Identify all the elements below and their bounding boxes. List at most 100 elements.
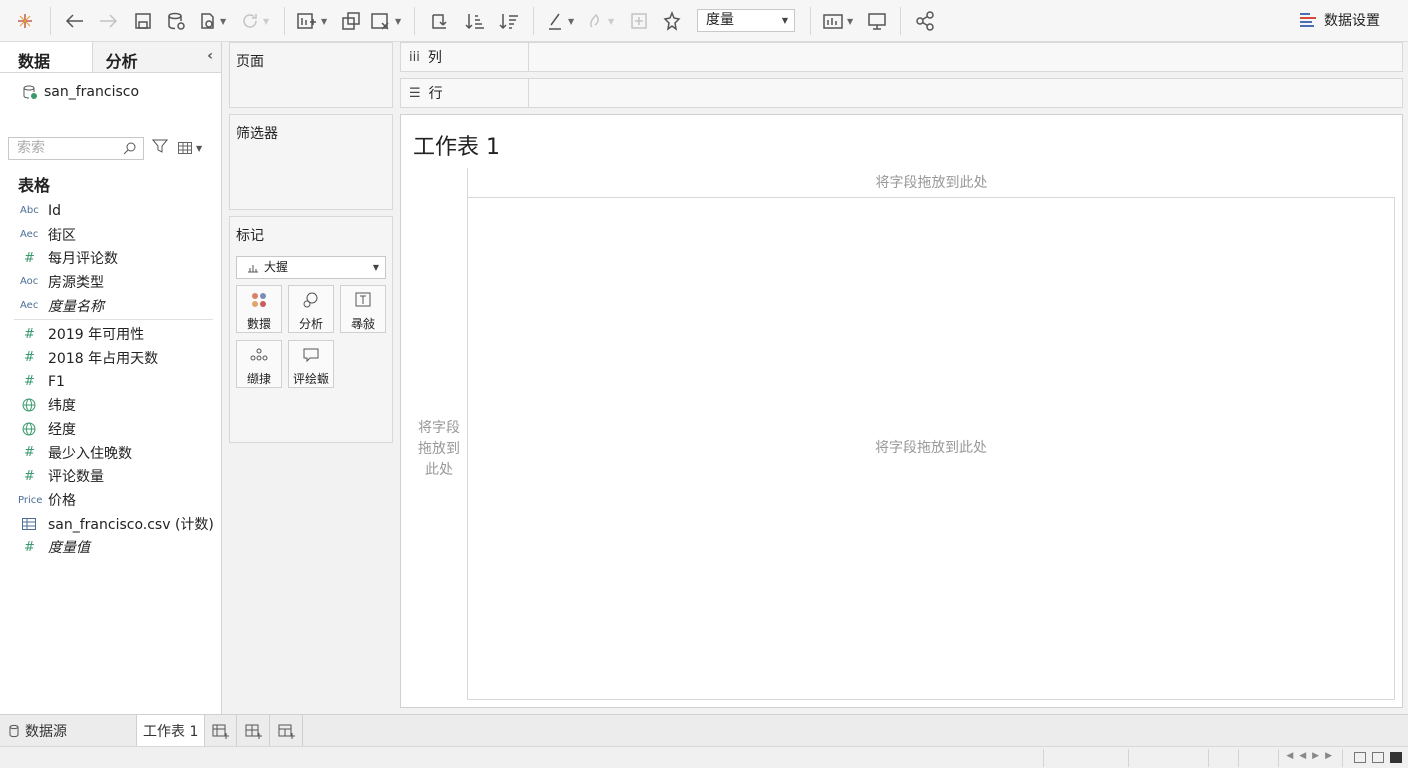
view-options-icon[interactable]: ▼ — [178, 142, 202, 154]
field-item[interactable]: #2018 年占用天数 — [0, 346, 221, 370]
clear-sheet-icon[interactable]: ▼ — [370, 6, 401, 36]
field-item[interactable]: san_francisco.csv (计数) — [0, 512, 221, 536]
field-item[interactable]: Abc Id — [0, 199, 221, 223]
columns-label: 列 — [427, 50, 442, 66]
refresh-icon[interactable]: ▼ — [240, 6, 269, 36]
sort-ascending-icon[interactable] — [462, 6, 488, 36]
datasource-label: san_francisco — [44, 84, 140, 100]
sheet-tab-label: 工作表 1 — [143, 724, 199, 740]
redo-icon[interactable] — [95, 6, 121, 36]
fix-axes-icon[interactable] — [659, 6, 685, 36]
field-list: Abc Id Aec 街区 # 每月评论数 Aoc 房源类型 Aec 度量名称 #2019… — [0, 199, 221, 559]
table-icon — [0, 517, 48, 530]
label-mark-button[interactable]: 㝷敍 — [340, 285, 386, 333]
filters-shelf[interactable]: 筛选器 — [229, 114, 393, 210]
filmstrip-view-icon — [1390, 752, 1402, 763]
size-mark-button[interactable]: 分析 — [288, 285, 334, 333]
field-item[interactable]: # 每月评论数 — [0, 246, 221, 270]
row-drop-zone-label: 将字段 拖放到 此处 — [418, 420, 460, 478]
row-drop-zone[interactable]: 将字段 拖放到 此处 — [410, 168, 468, 700]
mark-type-dropdown[interactable]: 大握 ▼ — [236, 256, 386, 279]
duplicate-sheet-icon[interactable] — [338, 6, 364, 36]
show-mark-labels-icon[interactable] — [626, 6, 652, 36]
sort-descending-icon[interactable] — [496, 6, 522, 36]
color-mark-button[interactable]: 數擐 — [236, 285, 282, 333]
save-icon[interactable] — [130, 6, 156, 36]
search-input[interactable]: 索索 — [8, 136, 144, 160]
share-icon[interactable] — [912, 6, 938, 36]
tab-analysis[interactable]: 分析 ‹ — [91, 42, 221, 72]
field-item[interactable]: #2019 年可用性 — [0, 322, 221, 346]
columns-shelf[interactable]: iii 列 — [400, 42, 1403, 72]
undo-icon[interactable] — [62, 6, 88, 36]
search-placeholder: 索索 — [17, 139, 45, 156]
mark-button-label: 㝷敍 — [350, 317, 375, 331]
filter-icon[interactable] — [151, 138, 169, 158]
color-icon — [252, 293, 266, 307]
toolbar: ▼ ▼ ▼ ▼ ▼ ▼ 度量 ▼ ▼ 数据设置 — [0, 0, 1408, 42]
field-label: F1 — [48, 373, 65, 390]
chevron-down-icon: ▼ — [781, 16, 788, 25]
tooltip-mark-button[interactable]: 评绘蝂 — [288, 340, 334, 388]
field-label: 房源类型 — [48, 274, 104, 291]
field-label: 评论数量 — [48, 469, 104, 486]
field-label: 每月评论数 — [48, 251, 118, 268]
swap-rows-columns-icon[interactable] — [427, 6, 453, 36]
field-item[interactable]: Aec 街区 — [0, 223, 221, 247]
datasource-tab[interactable]: 数据源 — [8, 715, 67, 747]
globe-icon — [0, 422, 48, 436]
field-label: 最少入住晚数 — [48, 445, 132, 462]
tableau-logo-icon[interactable] — [12, 6, 38, 36]
field-item[interactable]: Aoc 房源类型 — [0, 270, 221, 294]
sheet-tab[interactable]: 工作表 1 — [136, 715, 206, 747]
field-label: 价格 — [48, 493, 76, 510]
list-view-icon — [1372, 752, 1384, 763]
field-item[interactable]: Price 价格 — [0, 488, 221, 512]
number-type-icon: # — [24, 326, 35, 342]
field-item[interactable]: # 评论数量 — [0, 465, 221, 489]
field-label: 经度 — [48, 422, 76, 439]
pause-updates-icon[interactable]: ▼ — [197, 6, 226, 36]
tab-data[interactable]: 数据 — [0, 42, 92, 72]
fit-dropdown[interactable]: 度量 ▼ — [697, 9, 795, 32]
field-item[interactable]: 纬度 — [0, 394, 221, 418]
show-cards-icon[interactable]: ▼ — [822, 6, 853, 36]
field-item[interactable]: # F1 — [0, 370, 221, 394]
detail-mark-button[interactable]: 缬捸 — [236, 340, 282, 388]
grid-view-icon — [1354, 752, 1366, 763]
divider — [14, 319, 213, 321]
filters-shelf-title: 筛选器 — [236, 126, 278, 142]
tooltip-icon — [303, 348, 319, 363]
sheet-navigation-arrows[interactable]: ◀◀▶▶ — [1286, 751, 1338, 761]
rows-shelf[interactable]: ☰ 行 — [400, 78, 1403, 108]
data-pane: 数据 分析 ‹ san_francisco 索索 ▼ 表格 Abc Id Aec 街… — [0, 42, 222, 714]
new-worksheet-icon[interactable]: ▼ — [296, 6, 327, 36]
new-dashboard-tab-icon[interactable] — [238, 715, 270, 747]
presentation-mode-icon[interactable] — [864, 6, 890, 36]
field-label: 度量值 — [48, 540, 90, 557]
marks-card: 标记 大握 ▼ 數擐 分析 㝷敍 缬捸 评绘蝂 — [229, 216, 393, 443]
new-datasource-icon[interactable] — [163, 6, 189, 36]
highlight-icon[interactable]: ▼ — [545, 6, 574, 36]
new-worksheet-tab-icon[interactable] — [205, 715, 237, 747]
field-item[interactable]: # 最少入住晚数 — [0, 441, 221, 465]
view-toggle[interactable] — [1354, 752, 1402, 763]
field-item[interactable]: Aec 度量名称 — [0, 294, 221, 318]
group-members-icon[interactable]: ▼ — [585, 6, 614, 36]
field-item[interactable]: # 度量值 — [0, 536, 221, 560]
column-drop-zone[interactable]: 将字段拖放到此处 — [468, 168, 1395, 198]
data-settings-button[interactable]: 数据设置 — [1300, 10, 1380, 30]
collapse-pane-icon[interactable]: ‹ — [207, 48, 213, 64]
new-story-tab-icon[interactable] — [271, 715, 303, 747]
worksheet-title[interactable]: 工作表 1 — [413, 129, 500, 161]
pages-shelf[interactable]: 页面 — [229, 42, 393, 108]
datasource-item[interactable]: san_francisco — [0, 78, 221, 106]
price-type-icon: Price — [18, 494, 43, 506]
search-icon — [123, 142, 136, 154]
mark-button-label: 數擐 — [246, 317, 271, 331]
view-drop-zone[interactable]: 将字段拖放到此处 — [468, 198, 1395, 700]
field-label: 街区 — [48, 227, 76, 244]
sheet-tabs-bar: 数据源 工作表 1 — [0, 714, 1408, 747]
string-type-icon: Aec — [20, 300, 39, 312]
field-item[interactable]: 经度 — [0, 417, 221, 441]
